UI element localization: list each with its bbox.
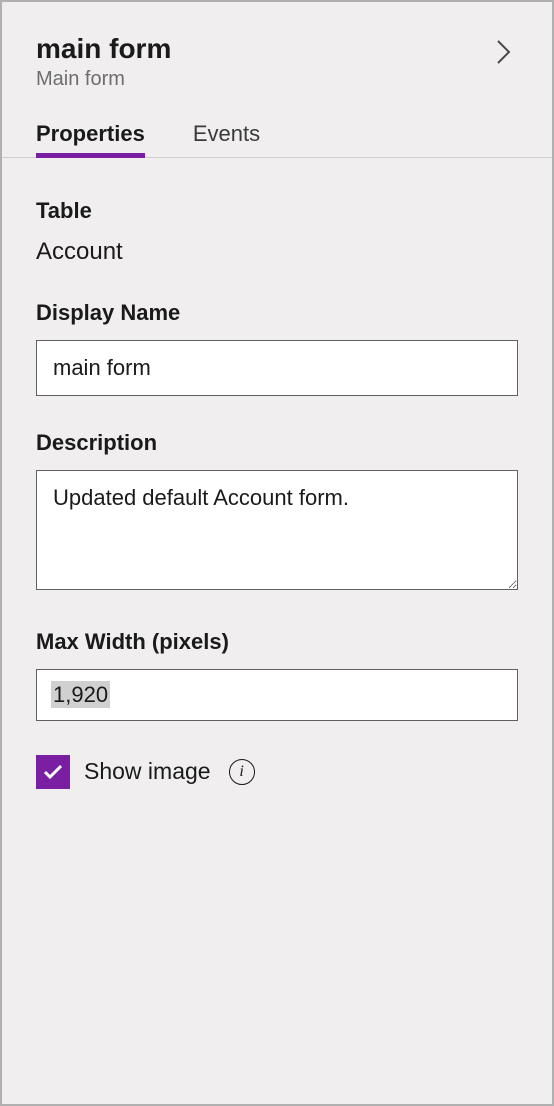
max-width-value: 1,920 (51, 681, 110, 708)
description-input[interactable] (36, 470, 518, 590)
panel-subtitle: Main form (36, 68, 171, 91)
show-image-label: Show image (84, 758, 211, 785)
info-icon[interactable] (229, 759, 255, 785)
tab-properties[interactable]: Properties (36, 121, 145, 157)
chevron-right-icon[interactable] (490, 38, 518, 66)
panel-title: main form (36, 32, 171, 66)
max-width-field-group: Max Width (pixels) 1,920 (36, 629, 518, 721)
table-field-group: Table Account (36, 198, 518, 266)
properties-content: Table Account Display Name Description M… (36, 158, 518, 789)
tab-bar: Properties Events (2, 121, 552, 158)
show-image-checkbox[interactable] (36, 755, 70, 789)
title-block: main form Main form (36, 32, 171, 91)
tab-events[interactable]: Events (193, 121, 260, 157)
properties-panel: main form Main form Properties Events Ta… (2, 2, 552, 819)
display-name-field-group: Display Name (36, 300, 518, 396)
table-label: Table (36, 198, 518, 224)
description-field-group: Description (36, 430, 518, 595)
max-width-input[interactable]: 1,920 (36, 669, 518, 721)
display-name-input[interactable] (36, 340, 518, 396)
checkmark-icon (43, 764, 63, 780)
description-label: Description (36, 430, 518, 456)
table-value: Account (36, 238, 518, 266)
panel-header: main form Main form (36, 32, 518, 91)
max-width-label: Max Width (pixels) (36, 629, 518, 655)
display-name-label: Display Name (36, 300, 518, 326)
show-image-field-group: Show image (36, 755, 518, 789)
